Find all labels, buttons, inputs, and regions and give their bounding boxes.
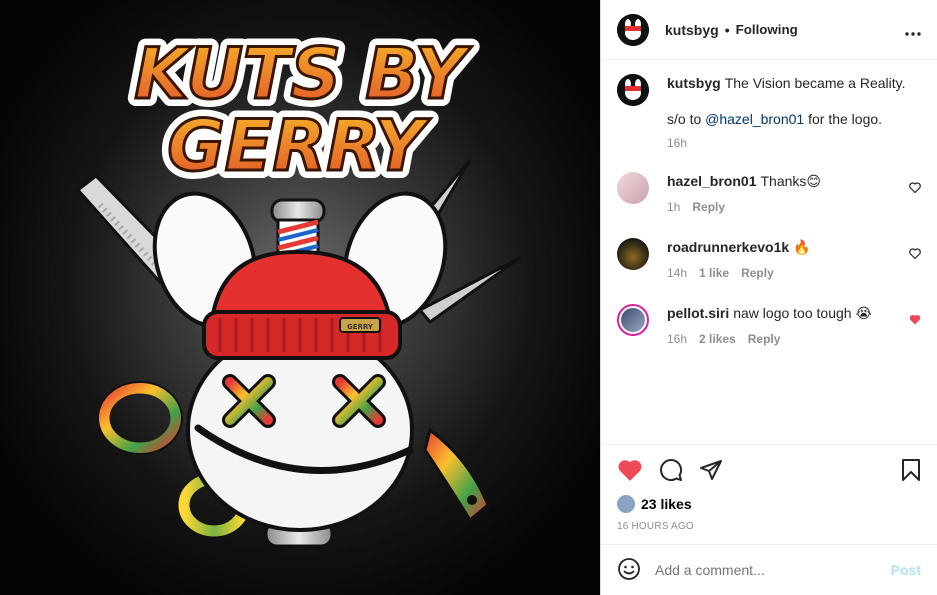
comments-list: kutsbyg The Vision became a Reality. s/o … (601, 60, 937, 444)
caption-text-prefix: s/o to (667, 111, 706, 127)
share-button[interactable] (699, 458, 723, 485)
caption-username[interactable]: kutsbyg (667, 75, 721, 91)
comment-text: naw logo too tough (733, 305, 852, 321)
post-artwork: GERRY KUTS BY KUTS BY GERRY GERRY (75, 25, 521, 548)
author-username[interactable]: kutsbyg (665, 22, 719, 38)
graffiti-title: KUTS BY KUTS BY GERRY GERRY (126, 25, 480, 195)
post-header: kutsbyg • Following (601, 0, 937, 60)
comment-input[interactable] (655, 562, 891, 578)
comment-text: Thanks (760, 173, 807, 189)
hat-tag-text: GERRY (347, 323, 374, 331)
heart-filled-icon (618, 459, 642, 481)
following-button[interactable]: Following (736, 22, 798, 37)
post-actions: 23 likes 16 HOURS AGO (601, 444, 937, 544)
comment-like-button[interactable] (909, 314, 921, 328)
comment-time[interactable]: 16h (667, 330, 687, 348)
comment-time[interactable]: 1h (667, 198, 680, 216)
likes-count[interactable]: 23 likes (641, 496, 692, 512)
comment-username[interactable]: hazel_bron01 (667, 173, 756, 189)
caption: kutsbyg The Vision became a Reality. s/o … (617, 74, 921, 170)
author-avatar[interactable] (617, 13, 649, 46)
bunny-logo-icon (617, 74, 649, 106)
post-time-ago[interactable]: 16 HOURS AGO (617, 521, 921, 532)
mention-link[interactable]: @hazel_bron01 (705, 111, 804, 127)
comment-username[interactable]: pellot.siri (667, 305, 729, 321)
more-horizontal-icon (905, 31, 921, 36)
save-button[interactable] (901, 458, 921, 485)
post-image[interactable]: GERRY KUTS BY KUTS BY GERRY GERRY (0, 0, 600, 595)
add-comment-bar: Post (601, 544, 937, 595)
smile-emoji: 😊 (806, 173, 822, 189)
reply-button[interactable]: Reply (741, 264, 774, 282)
caption-text-suffix: for the logo. (804, 111, 883, 127)
caption-avatar[interactable] (617, 74, 649, 106)
emoji-button[interactable] (617, 557, 641, 584)
post-sidebar: kutsbyg • Following kutsbyg The Vision b… (600, 0, 937, 595)
commenter-avatar[interactable] (617, 238, 649, 270)
more-options-button[interactable] (905, 21, 921, 39)
comment-time[interactable]: 14h (667, 264, 687, 282)
comment-bubble-icon (660, 458, 683, 481)
send-paper-plane-icon (700, 459, 722, 480)
comment-like-button[interactable] (909, 182, 921, 196)
caption-text: The Vision became a Reality. (724, 75, 906, 91)
commenter-avatar[interactable] (617, 172, 649, 204)
comment-button[interactable] (659, 458, 683, 485)
comment-likes-count[interactable]: 2 likes (699, 330, 736, 348)
comment-like-button[interactable] (909, 248, 921, 262)
commenter-avatar[interactable] (617, 304, 649, 336)
like-button[interactable] (617, 458, 643, 485)
heart-outline-icon (909, 248, 921, 260)
heart-outline-icon (909, 182, 921, 194)
bunny-logo-icon (617, 13, 649, 46)
separator-dot: • (724, 21, 730, 38)
caption-time[interactable]: 16h (667, 134, 687, 152)
fire-emoji: 🔥 (793, 239, 811, 255)
comment-item: pellot.siri naw logo too tough 😭 16h 2 lik… (617, 304, 921, 370)
title-line2: GERRY (167, 105, 431, 187)
liker-avatar[interactable] (617, 495, 635, 513)
title-line1: KUTS BY (134, 33, 472, 115)
comment-username[interactable]: roadrunnerkevo1k (667, 239, 789, 255)
reply-button[interactable]: Reply (748, 330, 781, 348)
comment-item: hazel_bron01 Thanks😊 1h Reply (617, 172, 921, 238)
comment-item: roadrunnerkevo1k 🔥 14h 1 like Reply (617, 238, 921, 304)
smiley-face-icon (618, 557, 640, 580)
heart-filled-icon (909, 314, 921, 325)
bookmark-icon (902, 458, 920, 481)
crying-emoji: 😭 (855, 305, 872, 321)
reply-button[interactable]: Reply (692, 198, 725, 216)
post-comment-button[interactable]: Post (891, 562, 921, 578)
comment-likes-count[interactable]: 1 like (699, 264, 729, 282)
